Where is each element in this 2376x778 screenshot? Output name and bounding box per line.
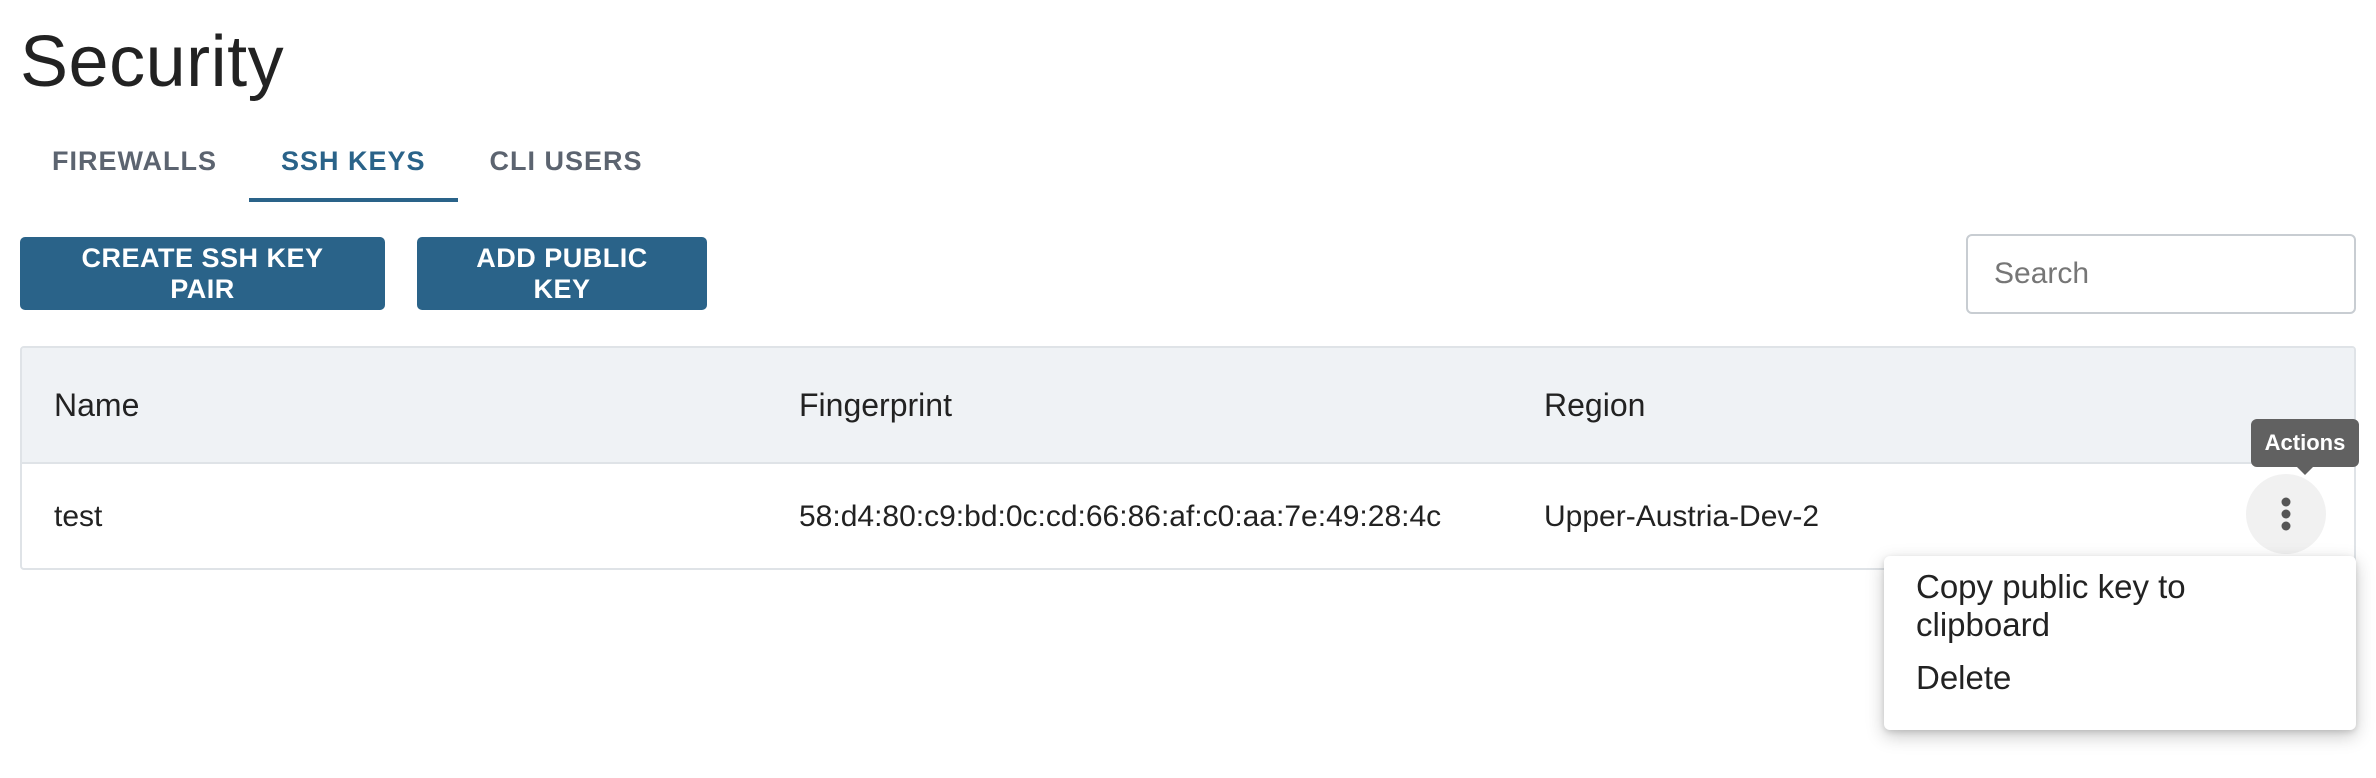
cell-fingerprint: 58:d4:80:c9:bd:0c:cd:66:86:af:c0:aa:7e:4… — [799, 500, 1442, 533]
table-header: Name Fingerprint Region — [22, 348, 2354, 464]
search-input[interactable] — [1966, 234, 2356, 314]
tab-bar: FIREWALLS SSH KEYS CLI USERS — [20, 120, 675, 202]
actions-menu: Copy public key to clipboard Delete — [1884, 556, 2356, 730]
column-header-region[interactable]: Region — [1544, 387, 1645, 424]
security-page: Security FIREWALLS SSH KEYS CLI USERS CR… — [0, 0, 2376, 778]
column-header-name[interactable]: Name — [54, 387, 139, 424]
tab-ssh-keys[interactable]: SSH KEYS — [249, 120, 458, 202]
page-title: Security — [20, 22, 285, 102]
tab-firewalls[interactable]: FIREWALLS — [20, 120, 249, 202]
menu-item-delete[interactable]: Delete — [1884, 642, 2356, 714]
cell-name: test — [54, 500, 103, 533]
tab-cli-users[interactable]: CLI USERS — [458, 120, 675, 202]
column-header-fingerprint[interactable]: Fingerprint — [799, 387, 952, 424]
row-actions-button[interactable] — [2246, 474, 2326, 554]
table-row: test 58:d4:80:c9:bd:0c:cd:66:86:af:c0:aa… — [22, 464, 2354, 568]
more-vertical-icon — [2281, 497, 2291, 531]
ssh-keys-table: Name Fingerprint Region test 58:d4:80:c9… — [20, 346, 2356, 570]
menu-item-copy-public-key[interactable]: Copy public key to clipboard — [1884, 568, 2356, 643]
add-public-key-button[interactable]: ADD PUBLIC KEY — [417, 237, 707, 310]
actions-tooltip: Actions — [2251, 419, 2359, 475]
create-ssh-key-pair-button[interactable]: CREATE SSH KEY PAIR — [20, 237, 385, 310]
cell-region: Upper-Austria-Dev-2 — [1544, 500, 1820, 533]
